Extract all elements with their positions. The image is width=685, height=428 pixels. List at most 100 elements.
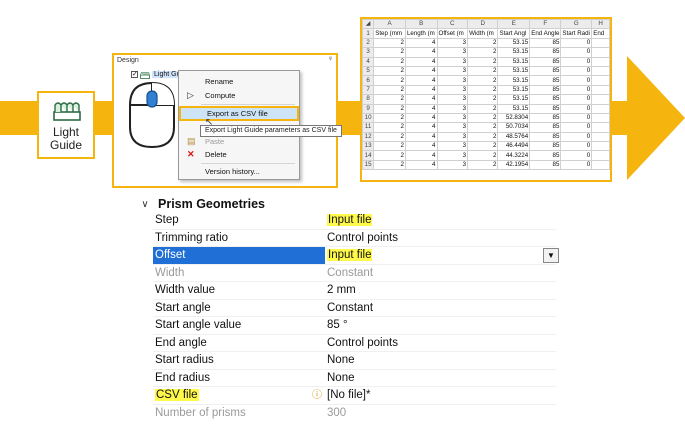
table-cell[interactable]: 53.15	[497, 65, 531, 77]
table-cell[interactable]: 3	[436, 84, 469, 96]
property-row-offset[interactable]: Offset Input file ▼	[153, 247, 559, 265]
table-cell[interactable]: 46.4494	[497, 141, 531, 152]
table-cell[interactable]: 4	[404, 37, 438, 49]
table-cell[interactable]: 2	[467, 150, 499, 161]
table-cell[interactable]	[591, 112, 610, 124]
table-cell[interactable]: 0	[560, 47, 593, 58]
property-row-width-value[interactable]: Width value 2 mm	[153, 282, 556, 300]
table-cell[interactable]: 0	[560, 141, 593, 152]
table-cell[interactable]: Width (m	[467, 28, 499, 39]
table-cell[interactable]: 53.15	[497, 56, 531, 67]
row-number[interactable]: 12	[362, 131, 375, 143]
property-row-trimming-ratio[interactable]: Trimming ratio Control points	[153, 230, 556, 247]
table-cell[interactable]: 53.15	[497, 37, 531, 49]
table-cell[interactable]: 2	[373, 65, 406, 77]
property-value[interactable]: None	[325, 352, 355, 369]
table-cell[interactable]: 2	[467, 112, 499, 124]
table-cell[interactable]: 85	[529, 84, 562, 96]
tree-checkbox[interactable]: ✓	[131, 71, 138, 78]
property-value[interactable]: Control points	[325, 230, 398, 247]
table-cell[interactable]: 2	[467, 56, 499, 67]
table-cell[interactable]: 3	[436, 65, 469, 77]
table-cell[interactable]: 2	[373, 75, 406, 86]
table-cell[interactable]: 4	[404, 112, 438, 124]
table-cell[interactable]: 0	[560, 159, 593, 171]
table-cell[interactable]	[591, 103, 610, 114]
property-row-step[interactable]: Step Input file	[153, 212, 556, 230]
table-cell[interactable]: 85	[529, 75, 562, 86]
table-cell[interactable]: 3	[436, 103, 469, 114]
table-cell[interactable]: 2	[373, 47, 406, 58]
table-cell[interactable]: 2	[373, 141, 406, 152]
menu-item-version-history[interactable]: Version history...	[179, 165, 299, 178]
table-cell[interactable]: 2	[467, 94, 499, 105]
row-number[interactable]: 1	[362, 28, 375, 39]
table-cell[interactable]: 3	[436, 37, 469, 49]
table-cell[interactable]	[591, 94, 610, 105]
column-header[interactable]: H	[591, 19, 610, 30]
row-number[interactable]: 9	[362, 103, 375, 114]
property-row-csv-file[interactable]: CSV file ⓘ [No file]*	[153, 387, 556, 405]
table-cell[interactable]: 50.7034	[497, 122, 531, 133]
table-cell[interactable]: 2	[467, 75, 499, 86]
property-row-start-radius[interactable]: Start radius None	[153, 352, 556, 370]
table-cell[interactable]: 2	[467, 141, 499, 152]
column-header[interactable]: G	[560, 19, 593, 30]
table-cell[interactable]: 0	[560, 65, 593, 77]
table-cell[interactable]: End	[591, 28, 610, 39]
column-header[interactable]: E	[497, 19, 531, 30]
table-cell[interactable]: 85	[529, 112, 562, 124]
table-cell[interactable]	[591, 84, 610, 96]
table-cell[interactable]: End Angle	[529, 28, 562, 39]
table-cell[interactable]: Step (mm	[373, 28, 406, 39]
menu-item-compute[interactable]: ▷ Compute	[179, 89, 299, 102]
table-cell[interactable]: 4	[404, 65, 438, 77]
table-cell[interactable]: 85	[529, 103, 562, 114]
property-row-start-angle-value[interactable]: Start angle value 85 °	[153, 317, 556, 335]
table-cell[interactable]: 2	[467, 37, 499, 49]
table-cell[interactable]: 4	[404, 122, 438, 133]
menu-item-rename[interactable]: Rename	[179, 75, 299, 88]
table-cell[interactable]: 2	[373, 159, 406, 171]
table-cell[interactable]: 53.15	[497, 94, 531, 105]
table-cell[interactable]: 4	[404, 141, 438, 152]
table-cell[interactable]: 3	[436, 47, 469, 58]
property-value[interactable]: Input file	[325, 247, 373, 264]
table-cell[interactable]: 85	[529, 56, 562, 67]
property-row-end-angle[interactable]: End angle Control points	[153, 335, 556, 352]
table-cell[interactable]: 52.8304	[497, 112, 531, 124]
table-cell[interactable]: 53.15	[497, 103, 531, 114]
table-cell[interactable]: 2	[373, 94, 406, 105]
property-value[interactable]: Control points	[325, 335, 398, 352]
table-cell[interactable]	[591, 56, 610, 67]
table-cell[interactable]	[591, 131, 610, 143]
table-cell[interactable]: 3	[436, 75, 469, 86]
table-cell[interactable]: 85	[529, 141, 562, 152]
table-cell[interactable]: 2	[373, 84, 406, 96]
table-cell[interactable]	[591, 47, 610, 58]
row-number[interactable]: 8	[362, 94, 375, 105]
table-cell[interactable]: 3	[436, 94, 469, 105]
table-cell[interactable]: 4	[404, 159, 438, 171]
table-cell[interactable]: 53.15	[497, 84, 531, 96]
table-cell[interactable]: 85	[529, 122, 562, 133]
row-number[interactable]: 7	[362, 84, 375, 96]
table-cell[interactable]: 0	[560, 122, 593, 133]
table-cell[interactable]: 4	[404, 150, 438, 161]
row-number[interactable]: 3	[362, 47, 375, 58]
table-cell[interactable]: 0	[560, 150, 593, 161]
table-cell[interactable]: 2	[467, 159, 499, 171]
table-cell[interactable]: 3	[436, 131, 469, 143]
table-cell[interactable]: 2	[373, 112, 406, 124]
table-cell[interactable]: 2	[373, 56, 406, 67]
table-cell[interactable]: 0	[560, 94, 593, 105]
light-guide-tile[interactable]: Light Guide	[37, 91, 95, 159]
row-number[interactable]: 4	[362, 56, 375, 67]
property-value[interactable]: Constant	[325, 300, 373, 317]
table-cell[interactable]: 0	[560, 37, 593, 49]
table-cell[interactable]: 3	[436, 112, 469, 124]
table-cell[interactable]: 2	[373, 37, 406, 49]
table-cell[interactable]: 2	[467, 47, 499, 58]
row-number[interactable]: 13	[362, 141, 375, 152]
table-cell[interactable]: 2	[373, 122, 406, 133]
